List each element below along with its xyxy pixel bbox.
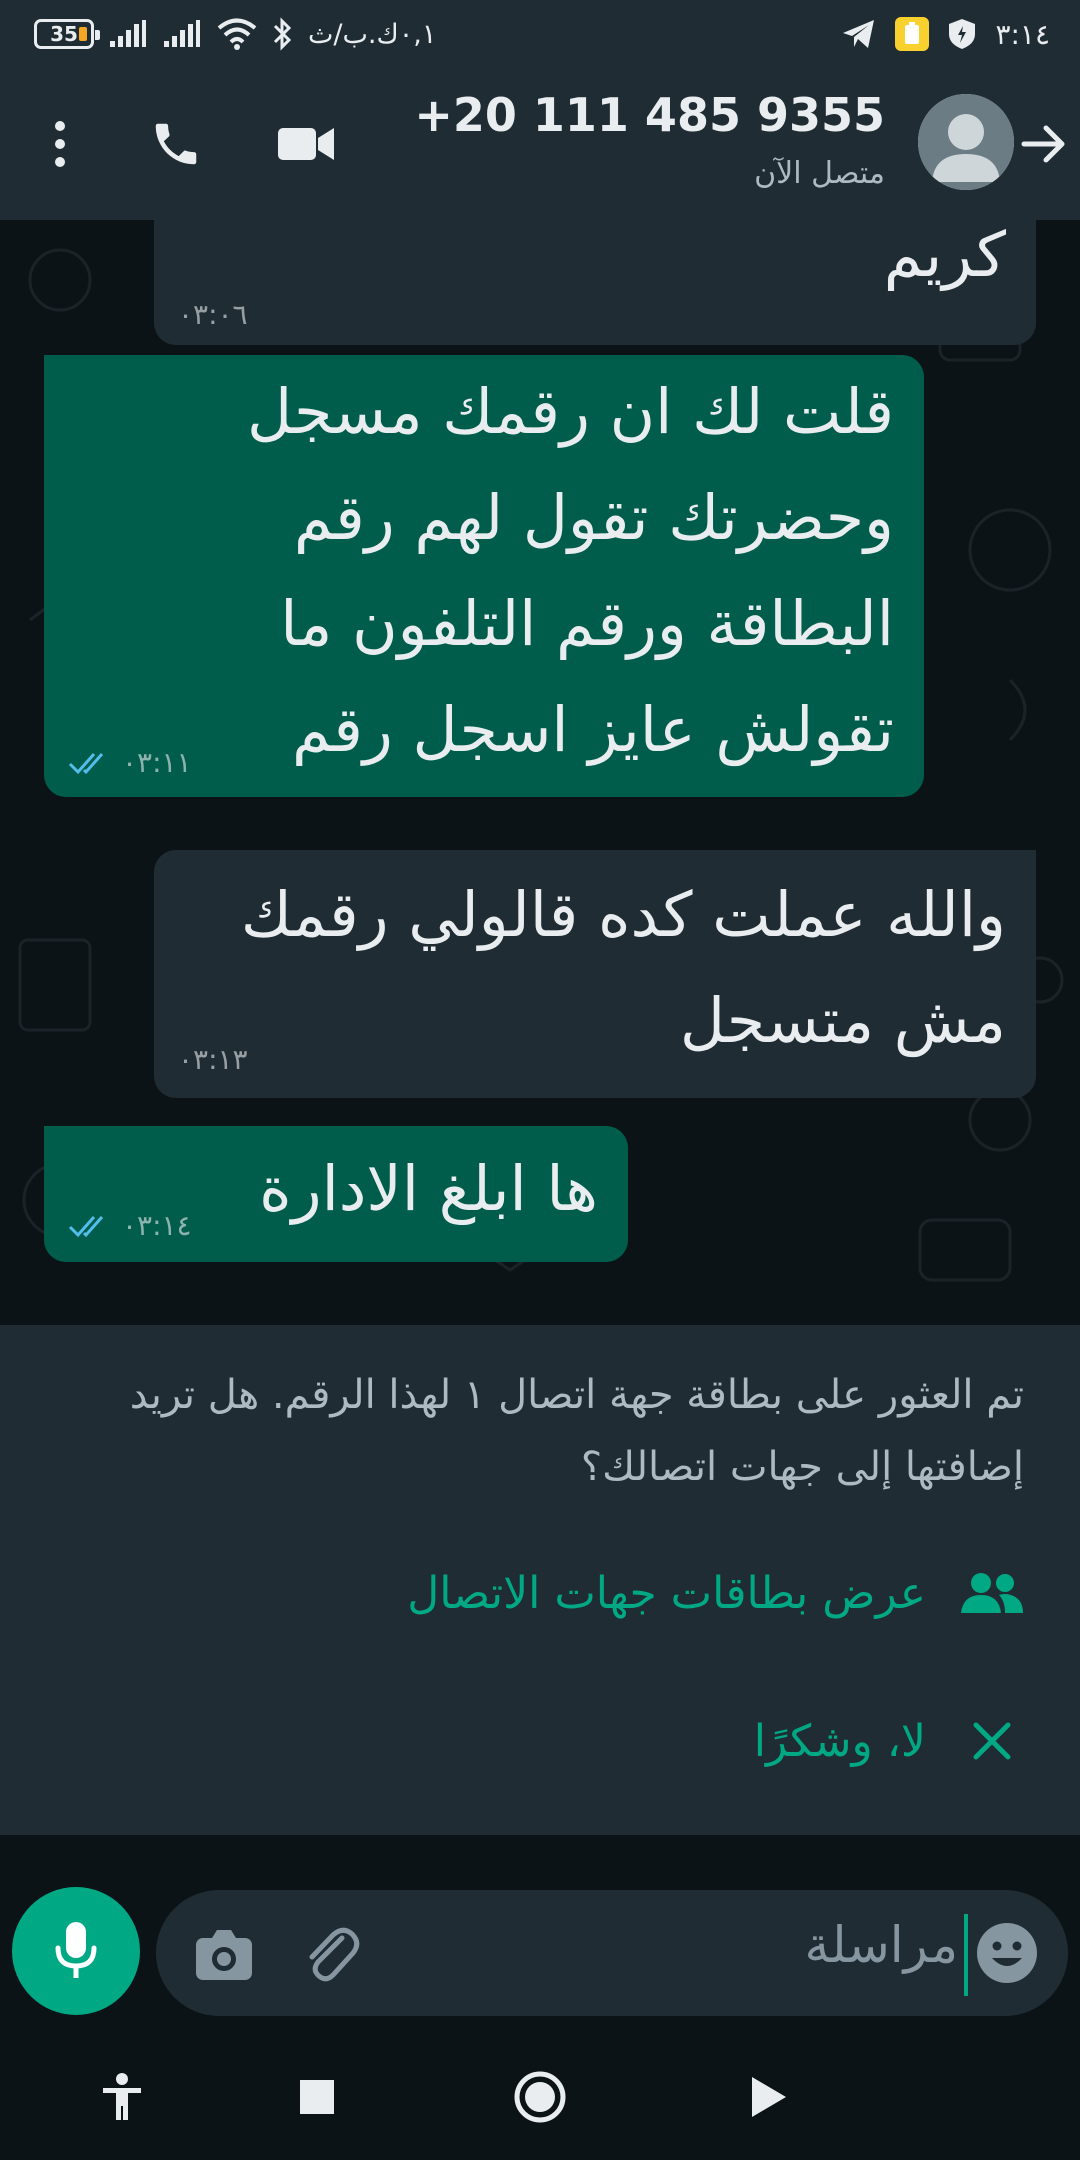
- message-text: والله عملت كده قالولي رقمك: [240, 878, 1006, 951]
- attachment-icon[interactable]: [298, 1920, 364, 1986]
- chat-area[interactable]: كريم ٠٣:٠٦ قلت لك ان رقمك مسجل وحضرتك تق…: [0, 220, 1080, 1325]
- status-bar: 35 ٠,١ك.ب/ث ٣:١٤: [0, 0, 1080, 66]
- message-text: ها ابلغ الادارة: [259, 1152, 598, 1225]
- signal-icon: [164, 20, 200, 47]
- status-left: 35 ٠,١ك.ب/ث: [34, 12, 436, 56]
- view-contact-cards-label: عرض بطاقات جهات الاتصال: [407, 1567, 926, 1619]
- camera-icon[interactable]: [192, 1922, 256, 1986]
- contact-card-banner: تم العثور على بطاقة جهة اتصال ١ لهذا الر…: [0, 1325, 1080, 1835]
- square-icon: [300, 2080, 334, 2114]
- battery-level: 35: [50, 22, 78, 46]
- accessibility-button[interactable]: [90, 2065, 154, 2129]
- voice-message-button[interactable]: [12, 1887, 140, 2015]
- message-text: وحضرتك تقول لهم رقم: [293, 481, 894, 554]
- battery-icon: 35: [34, 19, 100, 49]
- message-bubble-outgoing[interactable]: ها ابلغ الادارة ٠٣:١٤: [44, 1126, 628, 1262]
- voice-call-button[interactable]: [142, 110, 210, 178]
- message-text: تقولش عايز اسجل رقم: [291, 693, 894, 766]
- recent-apps-button[interactable]: [285, 2065, 349, 2129]
- accessibility-icon: [103, 2073, 141, 2120]
- emoji-icon[interactable]: [972, 1918, 1042, 1988]
- shield-icon: [949, 19, 976, 49]
- avatar[interactable]: [918, 94, 1014, 190]
- view-contact-cards-button[interactable]: عرض بطاقات جهات الاتصال: [407, 1561, 1024, 1625]
- microphone-icon: [55, 1922, 97, 1978]
- message-time: ٠٣:١١: [122, 746, 192, 779]
- message-text: مش متسجل: [679, 984, 1006, 1057]
- back-button[interactable]: [736, 2065, 800, 2129]
- message-input-placeholder: مراسلة: [804, 1916, 958, 1974]
- message-time: ٠٣:١٣: [178, 1043, 248, 1076]
- wifi-icon: [217, 18, 257, 50]
- message-bubble-incoming[interactable]: والله عملت كده قالولي رقمك مش متسجل ٠٣:١…: [154, 850, 1036, 1098]
- chat-header: +20 111 485 9355 متصل الآن: [0, 66, 1080, 220]
- message-time: ٠٣:١٤: [122, 1209, 192, 1242]
- signal-icon: [110, 20, 146, 47]
- phone-call-icon: [155, 123, 197, 165]
- message-text: البطاقة ورقم التلفون ما: [280, 587, 894, 660]
- status-right: ٣:١٤: [841, 12, 1050, 56]
- bluetooth-icon: [273, 17, 292, 51]
- avatar-icon: [918, 94, 1014, 190]
- message-text: قلت لك ان رقمك مسجل: [247, 375, 894, 448]
- message-input-field[interactable]: مراسلة: [156, 1890, 1068, 2016]
- contacts-icon: [961, 1573, 1023, 1613]
- home-button[interactable]: [508, 2065, 572, 2129]
- message-bubble-outgoing[interactable]: قلت لك ان رقمك مسجل وحضرتك تقول لهم رقم …: [44, 355, 924, 797]
- clock: ٣:١٤: [995, 17, 1050, 51]
- contact-name[interactable]: +20 111 485 9355: [414, 88, 885, 142]
- contact-status: متصل الآن: [754, 156, 885, 191]
- system-navigation-bar: [0, 2035, 1080, 2160]
- close-icon: [973, 1722, 1011, 1760]
- video-call-icon: [278, 128, 334, 160]
- banner-message: تم العثور على بطاقة جهة اتصال ١ لهذا الر…: [129, 1372, 1024, 1490]
- message-time: ٠٣:٠٦: [178, 298, 248, 331]
- more-options-button[interactable]: [26, 110, 94, 178]
- video-call-button[interactable]: [272, 110, 340, 178]
- read-receipt-icon: [68, 1216, 104, 1238]
- read-receipt-icon: [68, 753, 104, 775]
- network-speed: ٠,١ك.ب/ث: [308, 18, 437, 50]
- text-caret: [964, 1914, 968, 1996]
- message-composer: مراسلة: [0, 1835, 1080, 2035]
- notification-icon: [895, 17, 930, 51]
- back-triangle-icon: [752, 2077, 786, 2117]
- back-arrow-icon[interactable]: [1016, 116, 1072, 172]
- dismiss-button[interactable]: لا، وشكرًا: [754, 1709, 1024, 1773]
- message-bubble-incoming[interactable]: كريم ٠٣:٠٦: [154, 220, 1036, 345]
- more-options-icon: [55, 121, 65, 167]
- telegram-icon: [843, 20, 875, 48]
- home-circle-icon: [514, 2071, 566, 2123]
- message-text: كريم: [883, 220, 1006, 291]
- dismiss-label: لا، وشكرًا: [753, 1715, 926, 1767]
